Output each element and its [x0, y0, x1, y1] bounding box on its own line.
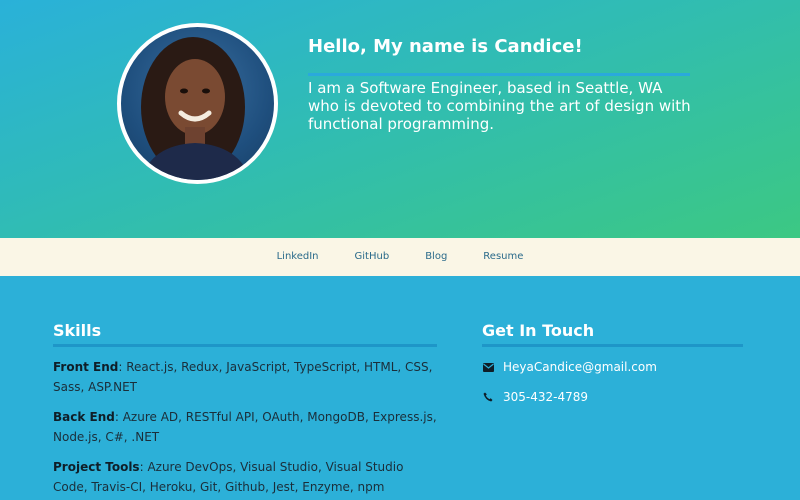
nav-link-github[interactable]: GitHub	[337, 238, 408, 276]
title-divider	[308, 73, 690, 76]
contact-phone-row: 305-432-4789	[482, 387, 743, 407]
skill-label: Front End	[53, 360, 119, 374]
skill-label: Back End	[53, 410, 115, 424]
main-content: Skills Front End: React.js, Redux, JavaS…	[0, 276, 800, 500]
skill-row-front-end: Front End: React.js, Redux, JavaScript, …	[53, 360, 433, 394]
phone-link[interactable]: 305-432-4789	[503, 390, 588, 404]
skills-section: Skills Front End: React.js, Redux, JavaS…	[53, 320, 437, 497]
skill-label: Project Tools	[53, 460, 140, 474]
email-link[interactable]: HeyaCandice@gmail.com	[503, 360, 657, 374]
page-title: Hello, My name is Candice!	[308, 36, 583, 57]
phone-icon	[482, 391, 494, 403]
skill-row-project-tools: Project Tools: Azure DevOps, Visual Stud…	[53, 460, 404, 494]
top-nav: LinkedIn GitHub Blog Resume	[0, 238, 800, 276]
nav-link-linkedin[interactable]: LinkedIn	[259, 238, 337, 276]
contact-email-row: HeyaCandice@gmail.com	[482, 357, 743, 377]
skill-row-back-end: Back End: Azure AD, RESTful API, OAuth, …	[53, 410, 437, 444]
nav-link-resume[interactable]: Resume	[465, 238, 541, 276]
envelope-icon	[482, 361, 494, 373]
intro: Hello, My name is Candice! I am a Softwa…	[308, 34, 698, 133]
contact-section: Get In Touch HeyaCandice@gmail.com 305-4…	[482, 320, 743, 407]
hero-header: Hello, My name is Candice! I am a Softwa…	[0, 0, 800, 238]
contact-title: Get In Touch	[482, 321, 595, 340]
nav-link-blog[interactable]: Blog	[407, 238, 465, 276]
avatar	[117, 23, 278, 184]
profile-photo	[141, 37, 251, 180]
skills-title: Skills	[53, 321, 102, 340]
skills-divider	[53, 344, 437, 347]
bio-text: I am a Software Engineer, based in Seatt…	[308, 79, 691, 133]
contact-divider	[482, 344, 743, 347]
